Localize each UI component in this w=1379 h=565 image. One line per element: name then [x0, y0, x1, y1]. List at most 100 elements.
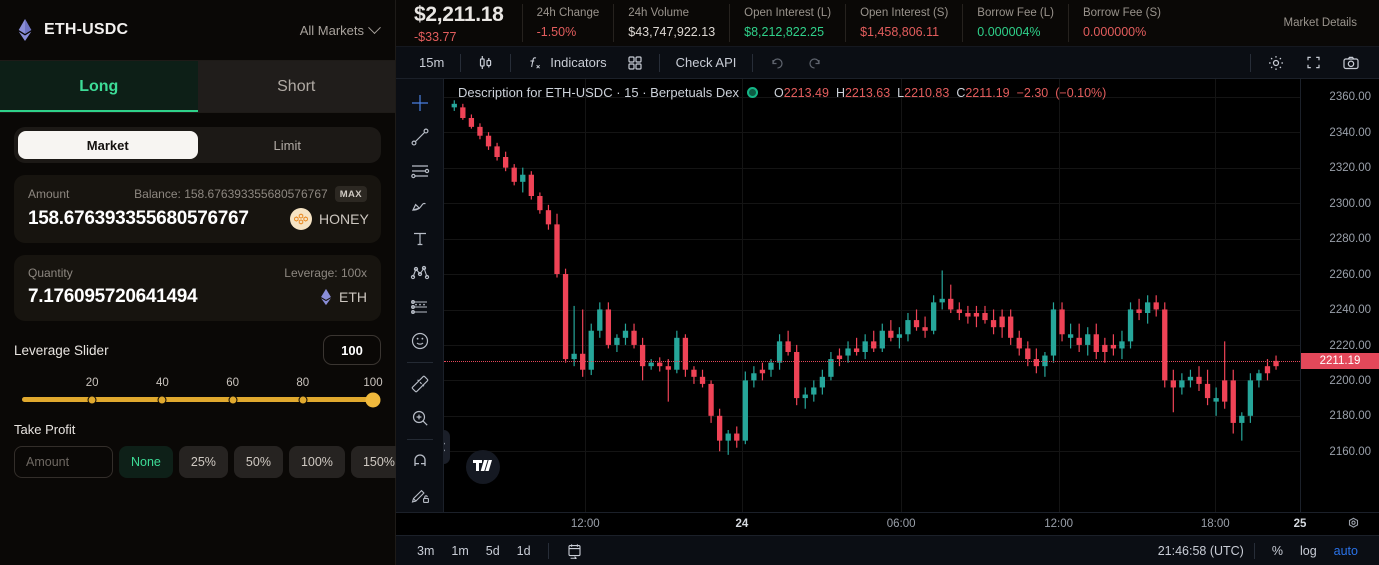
- range-3m[interactable]: 3m: [410, 540, 441, 562]
- all-markets-dropdown[interactable]: All Markets: [300, 20, 381, 38]
- undo-icon[interactable]: [760, 49, 795, 77]
- time-tick: 25: [1293, 518, 1307, 531]
- chart-toolbar-right: [1245, 49, 1369, 77]
- price-tick: 2340.00: [1329, 126, 1371, 139]
- time-tick: 06:00: [886, 518, 916, 531]
- stat-borrow-fee-l: Borrow Fee (L) 0.000004%: [962, 4, 1068, 43]
- mark-price-change: -$33.77: [414, 29, 457, 44]
- stat-open-interest-s: Open Interest (S) $1,458,806.11: [845, 4, 962, 43]
- take-profit-50pct[interactable]: 50%: [233, 446, 283, 478]
- chart-canvas[interactable]: Description for ETH-USDC · 15 · Berpetua…: [444, 79, 1300, 513]
- time-tick: 12:00: [570, 518, 600, 531]
- range-5d[interactable]: 5d: [479, 540, 507, 562]
- quantity-token-label: ETH: [339, 289, 367, 305]
- leverage-stop-40[interactable]: [157, 395, 167, 404]
- fullscreen-icon[interactable]: [1296, 49, 1331, 77]
- ohlc-legend: O2213.49 H2213.63 L2210.83 C2211.19 −2.3…: [774, 86, 1106, 100]
- amount-token: HONEY: [290, 208, 369, 230]
- measure-ruler-icon[interactable]: [403, 367, 437, 401]
- leverage-stop-60[interactable]: [228, 395, 238, 404]
- interval-selector[interactable]: 15m: [410, 49, 453, 77]
- ohlc-change: −2.30: [1016, 85, 1049, 100]
- take-profit-amount-input[interactable]: [14, 446, 113, 478]
- time-axis[interactable]: 12:00 24 06:00 12:00 18:00 25: [396, 512, 1379, 536]
- price-tick: 2320.00: [1329, 162, 1371, 175]
- legend-status-dot: [747, 87, 759, 99]
- order-type-market[interactable]: Market: [18, 131, 198, 159]
- stat-label: 24h Change: [536, 7, 600, 20]
- chart-legend-title: Description for ETH-USDC · 15 · Berpetua…: [458, 85, 740, 101]
- market-details-button[interactable]: Market Details: [1284, 17, 1358, 29]
- chart-panel: $2,211.18 -$33.77 24h Change -1.50% 24h Vo…: [396, 0, 1379, 565]
- brush-icon[interactable]: [403, 188, 437, 222]
- fx-icon: [527, 55, 543, 71]
- ohlc-high-value: 2213.63: [844, 85, 891, 100]
- take-profit-controls: None25%50%100%150%: [14, 446, 407, 478]
- price-tick: 2220.00: [1329, 339, 1371, 352]
- lock-pencil-icon[interactable]: [403, 478, 437, 512]
- leverage-slider[interactable]: 20 40 60 80 100: [14, 377, 383, 407]
- take-profit-label: Take Profit: [14, 422, 76, 437]
- candlestick-plot: [444, 79, 1300, 513]
- ohlc-close-key: C: [956, 85, 966, 100]
- ohlc-low-value: 2210.83: [904, 85, 950, 100]
- check-api-button[interactable]: Check API: [667, 49, 746, 77]
- fib-icon[interactable]: [403, 290, 437, 324]
- take-profit-100pct[interactable]: 100%: [288, 446, 345, 478]
- zoom-in-icon[interactable]: [403, 401, 437, 435]
- gear-icon[interactable]: [1258, 49, 1294, 77]
- grid-layout-icon[interactable]: [618, 49, 652, 77]
- timezone-clock-icon[interactable]: [1346, 517, 1361, 532]
- redo-icon[interactable]: [797, 49, 832, 77]
- log-scale-toggle[interactable]: log: [1293, 540, 1324, 562]
- range-1m[interactable]: 1m: [444, 540, 475, 562]
- tab-short[interactable]: Short: [197, 61, 395, 112]
- take-profit-none[interactable]: None: [119, 446, 173, 478]
- pattern-icon[interactable]: [403, 256, 437, 290]
- price-tick: 2160.00: [1329, 445, 1371, 458]
- candles-svg: [451, 100, 1279, 455]
- calendar-range-icon[interactable]: [559, 538, 590, 563]
- indicators-button[interactable]: Indicators: [518, 49, 615, 77]
- take-profit-25pct[interactable]: 25%: [178, 446, 228, 478]
- bottom-divider: [547, 542, 549, 559]
- leverage-value-input[interactable]: 100: [323, 335, 381, 365]
- max-button[interactable]: MAX: [334, 186, 367, 202]
- quantity-input[interactable]: [28, 286, 320, 308]
- camera-icon[interactable]: [1333, 49, 1369, 77]
- text-icon[interactable]: [403, 222, 437, 256]
- stat-open-interest-l: Open Interest (L) $8,212,822.25: [729, 4, 845, 43]
- indicators-label: Indicators: [550, 55, 607, 71]
- order-type-limit[interactable]: Limit: [198, 131, 378, 159]
- quantity-card: Quantity Leverage: 100x ETH: [14, 255, 381, 321]
- price-axis[interactable]: 2360.00 2340.00 2320.00 2300.00 2280.00 2260.…: [1300, 79, 1379, 513]
- ohlc-close-value: 2211.19: [965, 85, 1010, 100]
- leverage-tick-40: 40: [155, 377, 169, 389]
- stat-value: 0.000004%: [977, 25, 1041, 40]
- stat--h-change: 24h Change -1.50%: [521, 4, 614, 43]
- price-tick: 2300.00: [1329, 197, 1371, 210]
- leverage-track[interactable]: [22, 392, 381, 407]
- stat-value: 0.000000%: [1082, 25, 1147, 40]
- mark-price-value: $2,211.18: [414, 2, 504, 26]
- amount-input[interactable]: [28, 208, 290, 230]
- candlestick-icon[interactable]: [468, 49, 503, 77]
- crosshair-icon[interactable]: [403, 86, 437, 120]
- percent-scale-toggle[interactable]: %: [1265, 540, 1290, 562]
- leverage-section: Leverage Slider 100 20 40 60 80 100: [14, 333, 383, 407]
- ohlc-high-key: H: [835, 85, 845, 100]
- stat--h-volume: 24h Volume $43,747,922.13: [613, 4, 729, 43]
- emoji-icon[interactable]: [403, 324, 437, 358]
- auto-scale-toggle[interactable]: auto: [1327, 540, 1365, 562]
- horizontal-lines-icon[interactable]: [403, 154, 437, 188]
- leverage-handle[interactable]: [365, 392, 381, 407]
- chart-collapse-handle[interactable]: [444, 430, 450, 465]
- tradingview-logo[interactable]: [466, 450, 500, 485]
- quantity-token: ETH: [320, 288, 367, 306]
- trend-line-icon[interactable]: [403, 120, 437, 154]
- range-1d[interactable]: 1d: [510, 540, 538, 562]
- magnet-icon[interactable]: [403, 444, 437, 478]
- leverage-stop-20[interactable]: [87, 395, 97, 404]
- tab-long[interactable]: Long: [0, 61, 198, 112]
- leverage-stop-80[interactable]: [298, 395, 308, 404]
